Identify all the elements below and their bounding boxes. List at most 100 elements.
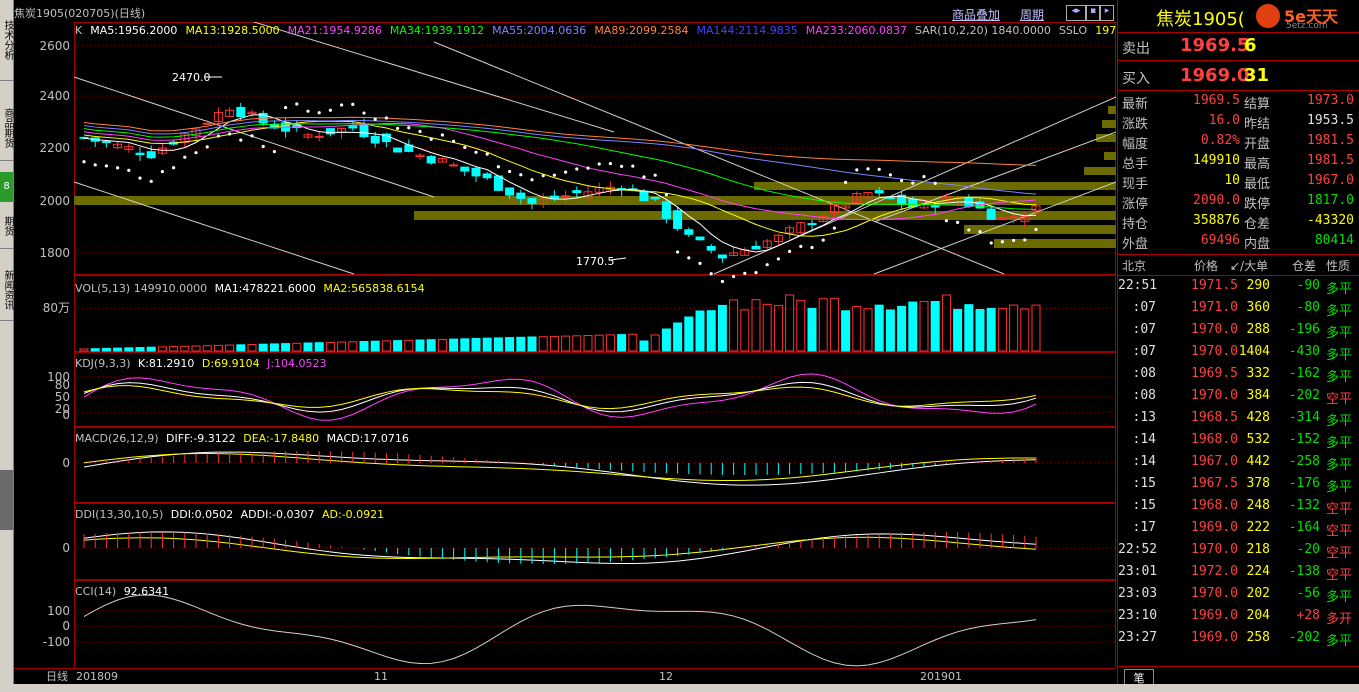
tick-row: :13 1968.5 428 -314 多平 [1118,408,1359,430]
tick-nature: 空平 [1326,568,1353,583]
volume-bar [426,339,436,352]
field-label: 昨结 [1244,117,1271,132]
volume-bar [673,322,683,352]
tick-price: 1970.0 [1191,344,1238,359]
sar-dot [396,126,400,130]
sar-dot [328,108,332,112]
sar-dot [687,256,691,260]
volume-bar [124,347,134,352]
tick-row: :14 1968.0 532 -152 多平 [1118,430,1359,452]
sar-dot [776,257,781,261]
tick-price: 1969.0 [1191,608,1238,623]
field-label: 涨跌 [1122,117,1149,132]
contract-name: 焦炭1905( [1156,9,1245,30]
sar-dot [82,160,86,164]
buy-label: 买入 [1122,71,1150,87]
volume-bar [527,336,537,352]
tick-nature: 空平 [1326,524,1353,539]
tick-volume: 222 [1246,520,1270,535]
tick-list[interactable]: 22:51 1971.5 290 -90 多平:07 1971.0 360 -80 多平:07 1… [1118,276,1359,660]
sar-dot [799,244,803,248]
x-tick: 12 [659,670,673,683]
nav-arrows-button[interactable]: ◂▸ [1066,5,1086,21]
cci-axis-label: -100 [43,635,70,649]
tick-oi-change: -138 [1288,564,1320,579]
tick-time: :14 [1132,454,1156,469]
field-value: 1973.0 [1307,93,1354,108]
tick-row: 23:10 1969.0 204 +28 多开 [1118,606,1359,628]
volume-bar [841,310,851,352]
sar-dot [754,271,758,275]
sell-row: 卖出 1969.5 6 [1118,32,1359,61]
sar-dot [440,133,444,137]
sell-label: 卖出 [1122,41,1150,57]
tick-row: 22:52 1970.0 218 -20 空平 [1118,540,1359,562]
tick-oi-change: -176 [1288,476,1320,491]
ticks-header: 北京 价格 ↙/大单 仓差 性质 [1118,254,1359,276]
field-label: 最低 [1244,177,1271,192]
tick-time: :15 [1132,498,1156,513]
candle [426,155,436,165]
volume-bar [303,342,313,352]
tick-time: :07 [1132,300,1156,315]
field-value: 80414 [1314,233,1354,248]
field-value: 149910 [1193,153,1240,168]
field-value: 69496 [1200,233,1240,248]
volume-bar [717,304,727,352]
volume-bar [135,347,145,352]
sar-dot [1012,238,1016,243]
quote-title-bar: 焦炭1905( 5e天天 5etz.com [1118,0,1359,33]
tick-nature: 多平 [1326,480,1353,495]
tab-commodity-futures[interactable]: 商品期货 [0,96,13,161]
field-label: 外盘 [1122,237,1149,252]
tab-technical-analysis[interactable]: 技术分析 [0,0,13,81]
overlay-commodity-link[interactable]: 商品叠加 [952,6,1000,23]
tab-futures[interactable]: 期货 [0,204,13,249]
sar-dot [664,193,669,197]
ticks-header-price: 价格 [1194,259,1219,273]
nav-box-button[interactable]: ▪ [1086,5,1100,21]
volume-bar [516,336,526,352]
volume-bar [874,304,884,352]
sar-dot [474,150,478,154]
tick-price: 1967.0 [1191,454,1238,469]
x-tick: 201901 [920,670,962,683]
ticks-header-oi-change: 仓差 [1292,259,1317,273]
field-value: 16.0 [1208,113,1240,128]
volume-bar [482,337,492,352]
candle [673,206,683,232]
volume-bar [661,328,671,352]
collapse-handle[interactable] [0,470,13,530]
price-axis-label: 2400 [39,89,70,103]
sar-dot [1034,227,1038,232]
field-label: 最新 [1122,97,1149,112]
field-value: 358876 [1193,213,1240,228]
sar-dot [944,219,949,223]
chart-area[interactable]: 2470.0 1770.5 2600 2400 2200 2000 1800 8… [14,22,1116,684]
tick-nature: 多平 [1326,436,1353,451]
tab-ticks[interactable]: 笔 [1124,669,1154,685]
period-link[interactable]: 周期 [1020,6,1044,23]
field-value: 1967.0 [1307,173,1354,188]
quote-field-row: 总手 149910 最高 1981.5 [1118,152,1359,172]
sar-dot [284,105,288,110]
tick-row: :15 1968.0 248 -132 空平 [1118,496,1359,518]
green-circle-icon[interactable]: 8 [0,172,13,202]
tick-price: 1971.0 [1191,300,1238,315]
sar-dot [676,250,680,254]
sar-dot [295,102,299,106]
sar-dot [877,167,881,171]
nav-next-button[interactable]: ▸ [1100,5,1114,21]
sar-dot [888,173,893,177]
field-label: 内盘 [1244,237,1271,252]
tick-time: 23:01 [1118,564,1158,579]
tick-price: 1970.0 [1191,586,1238,601]
x-tick: 201809 [76,670,118,683]
x-tick: 11 [374,670,388,683]
sar-dot [205,145,209,149]
sar-dot [765,263,769,267]
field-label: 现手 [1122,177,1149,192]
tab-news[interactable]: 新闻资讯 [0,260,13,321]
tick-row: :07 1970.0 1404 -430 多平 [1118,342,1359,364]
tick-volume: 532 [1246,432,1270,447]
